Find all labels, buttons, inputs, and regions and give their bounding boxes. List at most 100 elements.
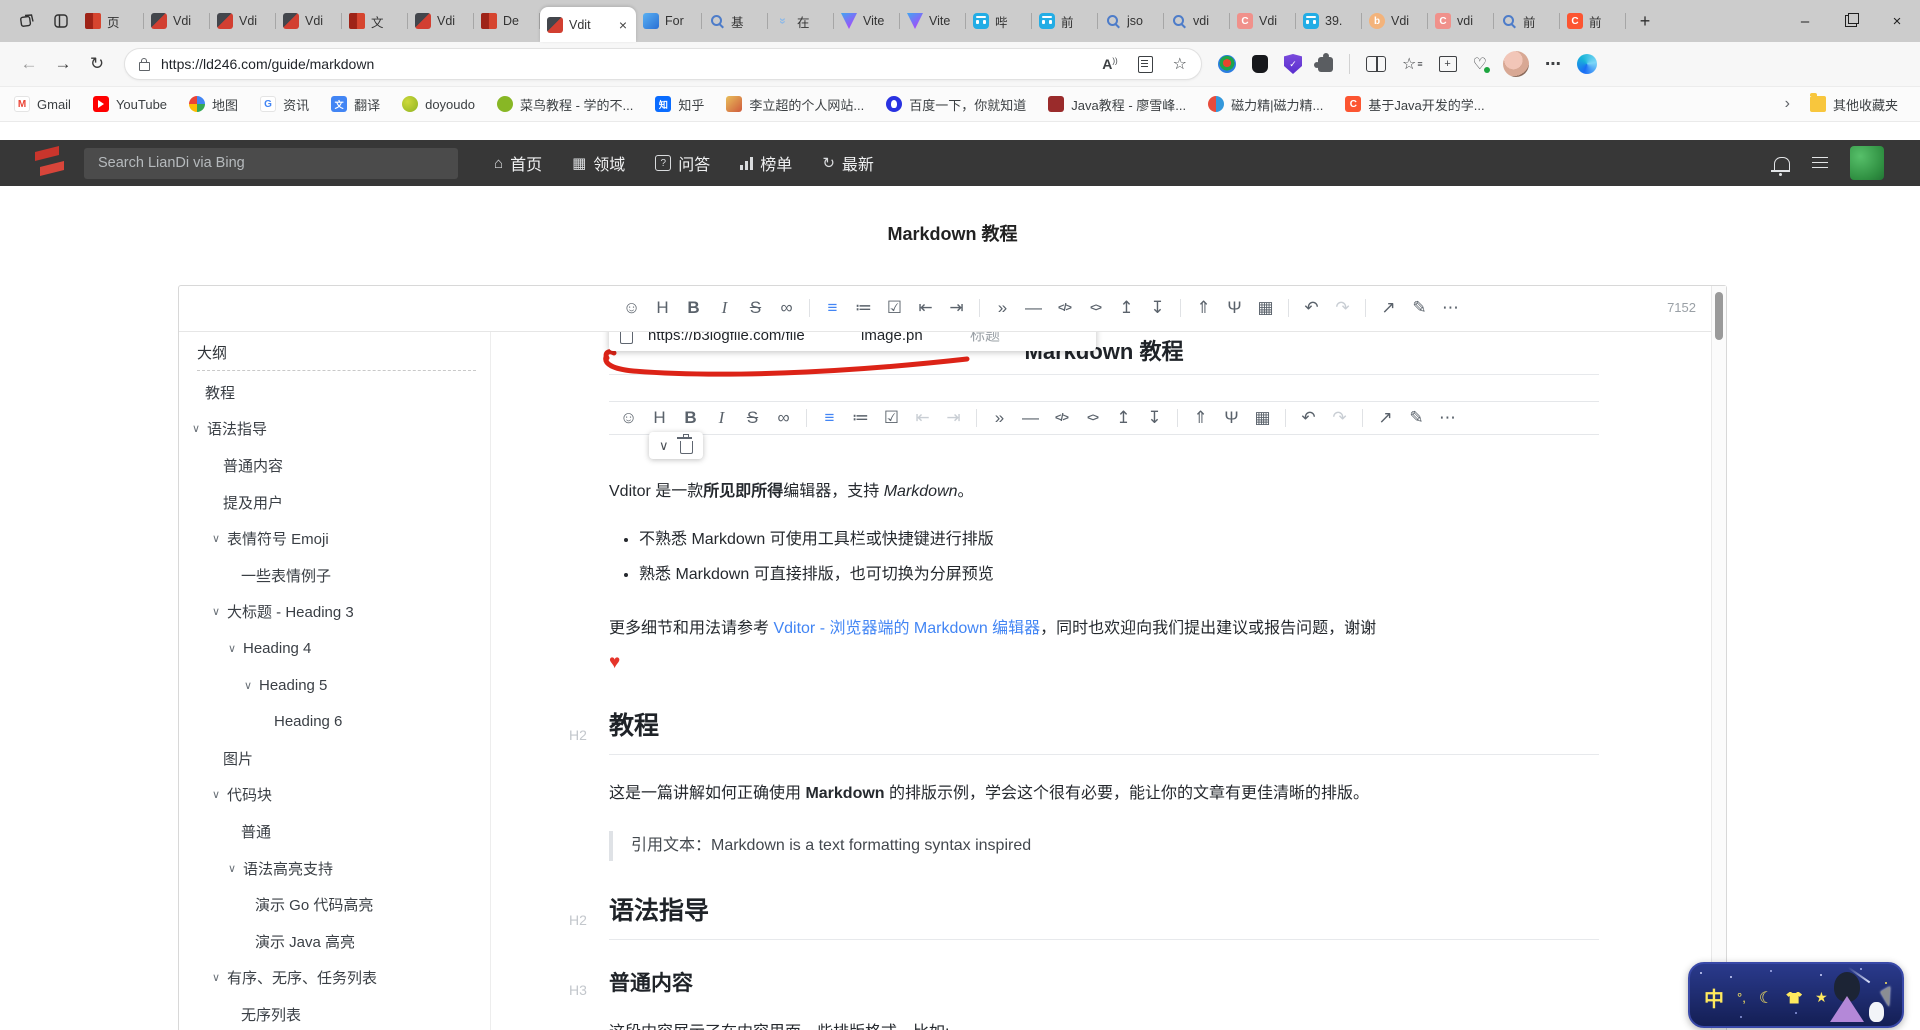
browser-tab[interactable]: 哔 — [966, 0, 1032, 42]
new-tab-button[interactable]: + — [1630, 6, 1660, 36]
delete-image-icon[interactable] — [620, 332, 633, 344]
bookmark-item[interactable]: 李立超的个人网站... — [726, 95, 864, 114]
split-screen-icon[interactable] — [1366, 56, 1386, 72]
bookmark-item[interactable]: 百度一下，你就知道 — [886, 95, 1026, 114]
extensions-puzzle-icon[interactable] — [1314, 52, 1333, 72]
inline-code-icon[interactable]: <> — [1077, 403, 1108, 433]
liandi-logo[interactable] — [30, 144, 68, 182]
site-nav-rank[interactable]: 榜单 — [740, 151, 792, 175]
outline-item[interactable]: ∨ Heading 5 — [179, 667, 490, 704]
italic-icon[interactable]: I — [709, 293, 740, 323]
chevron-down-icon[interactable]: ∨ — [212, 788, 227, 801]
shield-extension-icon[interactable]: ✓ — [1284, 54, 1302, 74]
browser-tab[interactable]: Vdi — [210, 0, 276, 42]
bookmark-item[interactable]: 文翻译 — [331, 95, 380, 114]
vertical-tabs-icon[interactable] — [44, 6, 78, 36]
ime-punctuation[interactable]: °, — [1737, 990, 1746, 1005]
insert-after-icon[interactable]: ↧ — [1142, 293, 1173, 323]
outline-item[interactable]: ∨ 语法指导 — [179, 411, 490, 448]
fullscreen-icon[interactable]: ↗ — [1370, 403, 1401, 433]
read-aloud-icon[interactable]: A)) — [1102, 56, 1117, 72]
outline-item[interactable]: ∨ 大标题 - Heading 3 — [179, 594, 490, 631]
url-text[interactable]: https://ld246.com/guide/markdown — [161, 56, 374, 72]
unordered-list-icon[interactable]: ≡ — [814, 403, 845, 433]
chevron-down-icon[interactable]: ∨ — [212, 532, 227, 545]
bookmarks-overflow-chevron[interactable]: › — [1785, 95, 1790, 113]
browser-tab[interactable]: jso — [1098, 0, 1164, 42]
headings-icon[interactable]: H — [647, 293, 678, 323]
outline-item[interactable]: 演示 Java 高亮 — [179, 923, 490, 960]
outline-item[interactable]: 普通内容 — [179, 447, 490, 484]
scrollbar-thumb[interactable] — [1715, 292, 1723, 340]
close-button[interactable]: × — [1874, 0, 1920, 42]
settings-more-icon[interactable]: ⋯ — [1545, 54, 1561, 74]
browser-essentials-icon[interactable]: ♡ — [1473, 54, 1491, 74]
italic-icon[interactable]: I — [706, 403, 737, 433]
doc-link[interactable]: Vditor - 浏览器端的 Markdown 编辑器 — [773, 620, 1040, 637]
notifications-bell-icon[interactable] — [1771, 156, 1790, 176]
site-search-input[interactable]: Search LianDi via Bing — [84, 147, 458, 179]
browser-tab[interactable]: Vite — [834, 0, 900, 42]
site-nav-home[interactable]: ⌂ 首页 — [494, 151, 542, 175]
browser-tab[interactable]: b Vdi — [1362, 0, 1428, 42]
extension-drop-icon[interactable] — [1218, 55, 1236, 73]
link-icon[interactable]: ∞ — [771, 293, 802, 323]
code-block-icon[interactable]: </> — [1049, 293, 1080, 323]
code-block-icon[interactable]: </> — [1046, 403, 1077, 433]
outline-item[interactable]: ∨ 代码块 — [179, 777, 490, 814]
image-filename-input[interactable]: image.pn — [861, 332, 955, 349]
browser-tab[interactable]: 39. — [1296, 0, 1362, 42]
browser-tab[interactable]: 基 — [702, 0, 768, 42]
back-button[interactable]: ← — [12, 54, 46, 74]
edit-mode-icon[interactable]: ✎ — [1401, 403, 1432, 433]
ime-star-icon[interactable]: ★ — [1815, 989, 1828, 1006]
browser-tab[interactable]: Vite — [900, 0, 966, 42]
browser-tab[interactable]: Vdi — [408, 0, 474, 42]
favorites-bar-icon[interactable]: ☆ ≡ — [1402, 54, 1423, 74]
ime-chinese-mode[interactable]: 中 — [1704, 983, 1724, 1012]
record-icon[interactable]: Ψ — [1216, 403, 1247, 433]
ime-skin-icon[interactable] — [1786, 991, 1803, 1004]
insert-after-icon[interactable]: ↧ — [1139, 403, 1170, 433]
browser-tab[interactable]: For — [636, 0, 702, 42]
outline-item[interactable]: ∨ 有序、无序、任务列表 — [179, 960, 490, 997]
forward-button[interactable]: → — [46, 54, 80, 74]
site-nav-domain[interactable]: ▦ 领域 — [572, 151, 625, 175]
redo-icon[interactable]: ↷ — [1327, 293, 1358, 323]
immersive-reader-icon[interactable] — [1137, 55, 1153, 73]
outline-item[interactable]: 教程 — [179, 374, 490, 411]
delete-block-icon[interactable] — [677, 434, 693, 454]
undo-icon[interactable]: ↶ — [1293, 403, 1324, 433]
outline-item[interactable]: ∨ 语法高亮支持 — [179, 850, 490, 887]
minimize-button[interactable]: – — [1782, 0, 1828, 42]
strikethrough-icon[interactable]: S — [740, 293, 771, 323]
outline-item[interactable]: 演示 Go 代码高亮 — [179, 886, 490, 923]
edit-mode-icon[interactable]: ✎ — [1404, 293, 1435, 323]
bold-icon[interactable]: B — [678, 293, 709, 323]
more-icon[interactable]: ⋯ — [1435, 293, 1466, 323]
favorite-star-icon[interactable]: ☆ — [1173, 54, 1187, 74]
inline-code-icon[interactable]: <> — [1080, 293, 1111, 323]
browser-tab[interactable]: De — [474, 0, 540, 42]
headings-icon[interactable]: H — [644, 403, 675, 433]
ordered-list-icon[interactable]: ≔ — [845, 403, 876, 433]
bold-icon[interactable]: B — [675, 403, 706, 433]
chevron-down-icon[interactable]: ∨ — [192, 422, 207, 435]
redo-icon[interactable]: ↷ — [1324, 403, 1355, 433]
ordered-list-icon[interactable]: ≔ — [848, 293, 879, 323]
outline-item[interactable]: Heading 6 — [179, 703, 490, 740]
image-url-input[interactable]: https://b3logfile.com/file — [648, 332, 846, 349]
image-title-input[interactable]: 标题 — [970, 332, 1000, 349]
bookmark-item[interactable]: 磁力精|磁力精... — [1208, 95, 1323, 114]
emoji-icon[interactable]: ☺ — [613, 403, 644, 433]
outline-item[interactable]: 一些表情例子 — [179, 557, 490, 594]
browser-tab[interactable]: Vdi — [276, 0, 342, 42]
outline-item[interactable]: ∨ Heading 4 — [179, 630, 490, 667]
emoji-icon[interactable]: ☺ — [616, 293, 647, 323]
browser-tab[interactable]: vdi — [1164, 0, 1230, 42]
bookmark-item[interactable]: 知知乎 — [655, 95, 704, 114]
bookmark-item[interactable]: M Gmail — [14, 96, 71, 112]
expand-down-icon[interactable]: ∨ — [659, 433, 669, 459]
unordered-list-icon[interactable]: ≡ — [817, 293, 848, 323]
site-nav-latest[interactable]: ↻ 最新 — [822, 151, 874, 175]
